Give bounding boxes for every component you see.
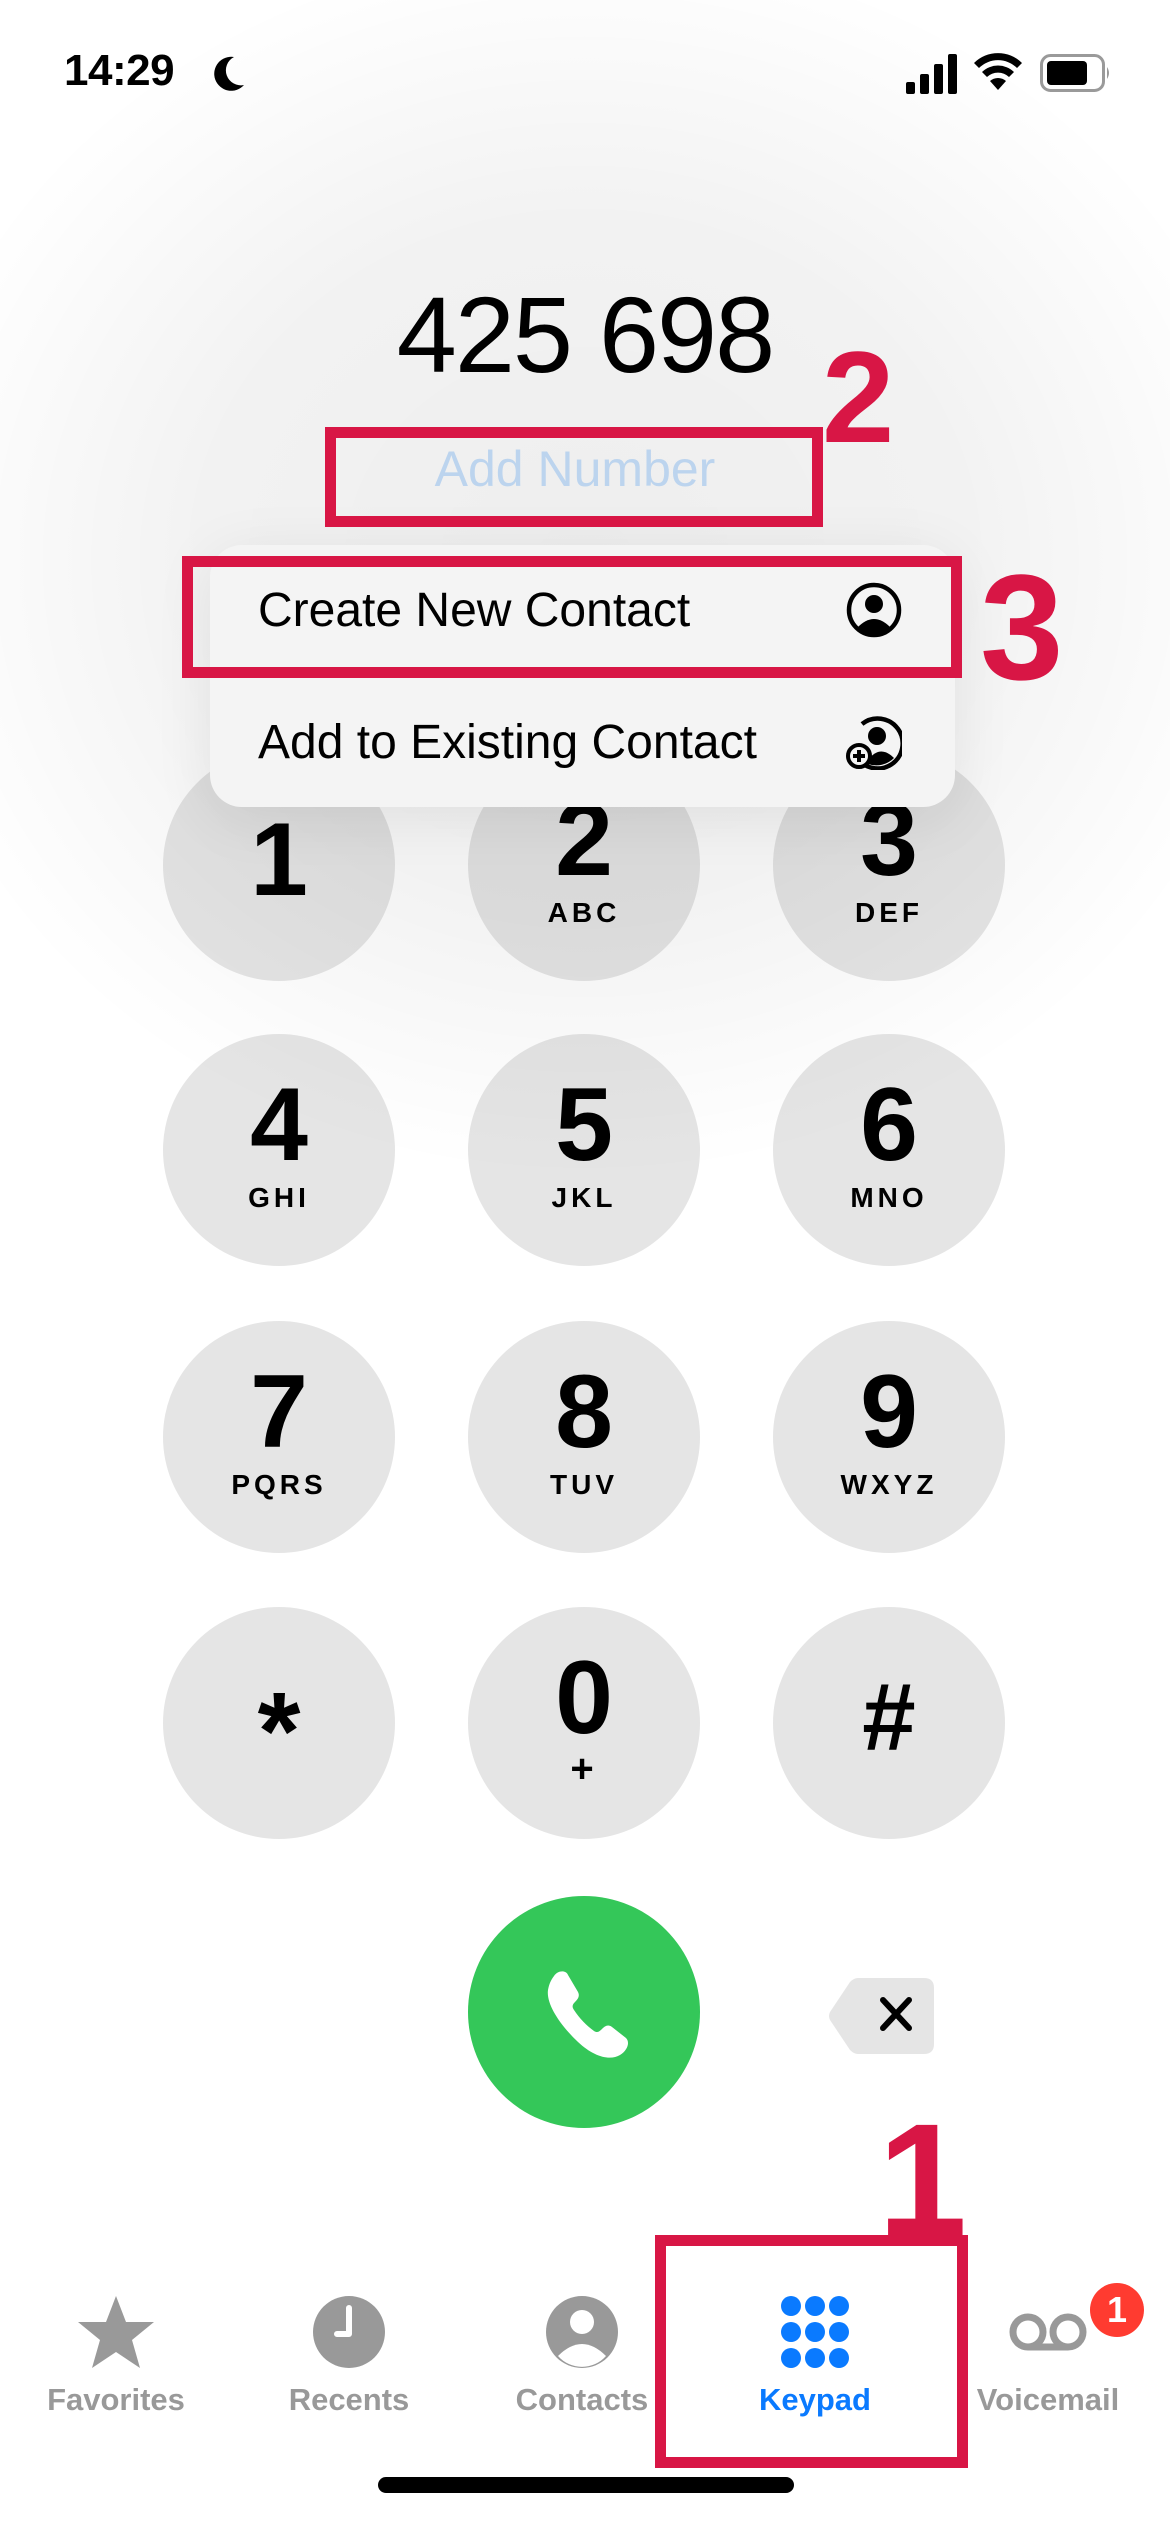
tab-recents[interactable]: Recents — [233, 2280, 465, 2430]
key-hash[interactable]: # — [773, 1607, 1005, 1839]
key-digit: 5 — [555, 1067, 613, 1183]
delete-backspace-icon[interactable] — [828, 1976, 936, 2056]
annotation-box-add-number — [325, 427, 823, 527]
phone-icon — [547, 1971, 628, 2058]
tab-label: Favorites — [47, 2382, 185, 2417]
annotation-step-3: 3 — [980, 543, 1064, 711]
key-letters: TUV — [550, 1469, 618, 1500]
clock-icon — [313, 2296, 385, 2368]
annotation-box-keypad-tab — [655, 2235, 968, 2468]
key-digit: 0 — [555, 1640, 613, 1756]
key-letters: ABC — [547, 897, 621, 928]
key-letters: + — [570, 1747, 598, 1791]
key-4[interactable]: 4 GHI — [163, 1034, 395, 1266]
menu-item-add-to-existing-contact[interactable]: Add to Existing Contact — [210, 677, 955, 807]
annotation-box-create-new-contact — [182, 556, 962, 678]
key-9[interactable]: 9 WXYZ — [773, 1321, 1005, 1553]
tab-label: Recents — [288, 2382, 410, 2417]
person-add-icon — [846, 716, 902, 770]
key-letters: MNO — [850, 1182, 928, 1213]
key-digit: * — [257, 1670, 301, 1793]
dialed-number: 425 698 — [396, 274, 775, 395]
moon-icon — [214, 56, 244, 91]
key-letters: DEF — [855, 897, 923, 928]
home-indicator[interactable] — [378, 2477, 794, 2493]
key-letters: GHI — [248, 1182, 310, 1213]
key-digit: 6 — [860, 1067, 918, 1183]
key-digit: 4 — [250, 1067, 308, 1183]
status-time: 14:29 — [64, 46, 175, 95]
key-digit: # — [862, 1664, 916, 1771]
menu-item-label: Add to Existing Contact — [258, 715, 757, 769]
key-digit: 7 — [250, 1354, 308, 1470]
key-digit: 9 — [860, 1354, 918, 1470]
key-letters: JKL — [551, 1182, 617, 1213]
tab-favorites[interactable]: Favorites — [0, 2280, 232, 2430]
person-circle-icon — [546, 2296, 618, 2368]
key-digit: 1 — [250, 802, 308, 918]
key-7[interactable]: 7 PQRS — [163, 1321, 395, 1553]
key-6[interactable]: 6 MNO — [773, 1034, 1005, 1266]
key-letters: WXYZ — [840, 1469, 938, 1500]
annotation-step-2: 2 — [822, 324, 895, 470]
key-letters: PQRS — [231, 1469, 327, 1500]
key-5[interactable]: 5 JKL — [468, 1034, 700, 1266]
key-0[interactable]: 0 + — [468, 1607, 700, 1839]
voicemail-badge: 1 — [1090, 2283, 1144, 2337]
cellular-signal-icon — [906, 54, 957, 94]
call-button[interactable] — [468, 1896, 700, 2128]
key-digit: 8 — [555, 1354, 613, 1470]
key-star[interactable]: * — [163, 1607, 395, 1839]
annotation-step-1: 1 — [878, 2090, 967, 2269]
voicemail-icon — [1009, 2313, 1087, 2351]
star-icon — [78, 2296, 154, 2368]
wifi-icon — [974, 53, 1022, 90]
battery-icon — [1040, 54, 1109, 92]
key-8[interactable]: 8 TUV — [468, 1321, 700, 1553]
